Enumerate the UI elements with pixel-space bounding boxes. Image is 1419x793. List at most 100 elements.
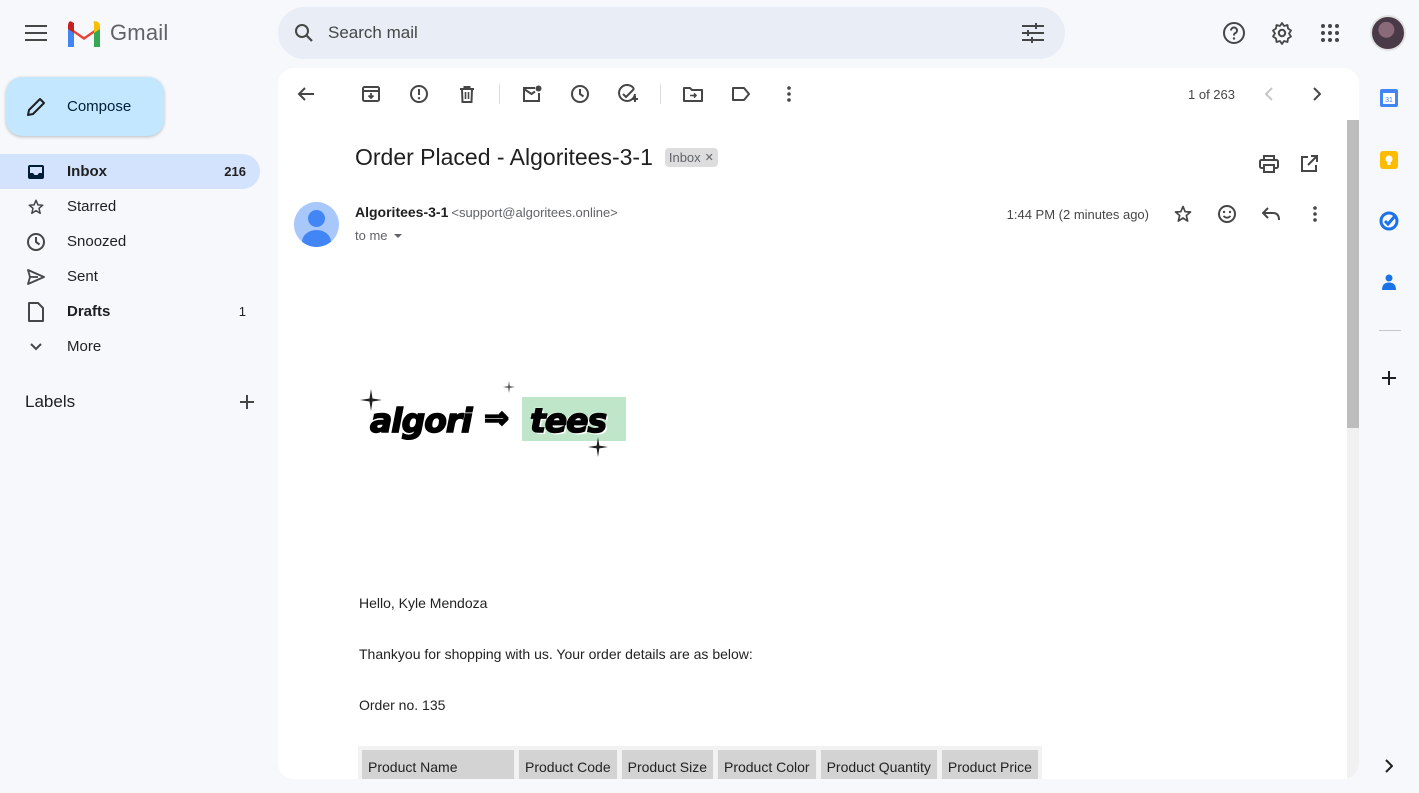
settings-button[interactable] (1262, 13, 1302, 53)
sidebar-item-label: Starred (67, 198, 117, 215)
sidebar-item-sent[interactable]: Sent (0, 259, 260, 294)
greeting-text: Hello, Kyle Mendoza (359, 595, 488, 611)
logo-arrow: ⇒ (483, 400, 510, 437)
archive-icon (362, 86, 380, 102)
chevron-left-icon (1265, 87, 1273, 101)
sidebar-item-more[interactable]: More (0, 329, 260, 364)
reply-button[interactable] (1251, 194, 1291, 234)
report-icon (410, 85, 428, 103)
archive-button[interactable] (351, 74, 391, 114)
labels-button[interactable] (721, 74, 761, 114)
plus-icon[interactable] (239, 394, 255, 410)
back-button[interactable] (286, 74, 326, 114)
algoritees-logo: algori ⇒ tees (358, 373, 633, 468)
sidebar-item-label: Drafts (67, 303, 111, 320)
labels-heading: Labels (25, 392, 76, 411)
message-more-button[interactable] (1295, 194, 1335, 234)
inbox-label-chip[interactable]: Inbox ✕ (664, 148, 718, 167)
top-bar: Gmail (0, 0, 1419, 66)
mark-unread-button[interactable] (512, 74, 552, 114)
svg-text:31: 31 (1385, 97, 1393, 104)
delete-button[interactable] (447, 74, 487, 114)
sender-info: Algoritees-3-1 <support@algoritees.online… (355, 204, 618, 220)
tasks-button[interactable] (1369, 201, 1409, 241)
account-avatar[interactable] (1370, 15, 1406, 51)
sidebar-item-snoozed[interactable]: Snoozed (0, 224, 260, 259)
gear-icon (1272, 22, 1292, 45)
newer-button[interactable] (1249, 74, 1289, 114)
tune-icon (1022, 23, 1044, 43)
open-in-new-icon (1301, 155, 1318, 172)
top-right-actions (1206, 13, 1419, 53)
open-new-window-button[interactable] (1289, 144, 1329, 184)
snooze-button[interactable] (560, 74, 600, 114)
search-options-button[interactable] (1009, 9, 1057, 57)
sidebar-item-drafts[interactable]: Drafts 1 (0, 294, 260, 329)
keep-icon (1380, 151, 1398, 169)
calendar-button[interactable]: 31 (1369, 78, 1409, 118)
clock-icon (571, 85, 589, 103)
gmail-m-icon (68, 20, 100, 47)
pagination: 1 of 263 (1188, 74, 1337, 114)
support-button[interactable] (1214, 13, 1254, 53)
move-to-button[interactable] (673, 74, 713, 114)
pager-text: 1 of 263 (1188, 86, 1235, 102)
email-subject: Order Placed - Algoritees-3-1 (355, 144, 653, 170)
arrow-back-icon (297, 87, 314, 101)
help-icon (1223, 22, 1245, 44)
sparkle-icon (588, 437, 608, 457)
sidebar-item-inbox[interactable]: Inbox 216 (0, 154, 260, 189)
gmail-logo[interactable]: Gmail (66, 17, 168, 49)
google-apps-button[interactable] (1310, 13, 1350, 53)
search-input[interactable] (328, 23, 1009, 43)
sender-avatar[interactable] (294, 202, 339, 247)
order-number: Order no. 135 (359, 697, 446, 713)
message-actions: 1:44 PM (2 minutes ago) (1007, 194, 1335, 234)
gmail-wordmark: Gmail (110, 20, 169, 45)
move-folder-icon (683, 87, 703, 102)
pencil-icon (27, 97, 45, 116)
recipient-details[interactable]: to me (355, 228, 405, 243)
subject-actions (1249, 144, 1329, 184)
sender-name[interactable]: Algoritees-3-1 (355, 204, 448, 220)
main-menu-button[interactable] (16, 13, 56, 53)
get-addons-button[interactable] (1369, 358, 1409, 398)
report-spam-button[interactable] (399, 74, 439, 114)
search-button[interactable] (280, 9, 328, 57)
calendar-icon: 31 (1380, 89, 1398, 107)
print-button[interactable] (1249, 144, 1289, 184)
toolbar-divider (660, 84, 661, 104)
table-header-cell: Product Name (362, 750, 514, 779)
side-panel-divider (1379, 330, 1401, 331)
more-vert-icon (787, 86, 791, 102)
more-actions-button[interactable] (769, 74, 809, 114)
scrollbar-thumb[interactable] (1347, 120, 1359, 428)
message-view: 1 of 263 Order Placed - Algoritees-3-1 I… (278, 68, 1359, 779)
order-table: Product Name Product Code Product Size P… (358, 746, 1042, 779)
keep-button[interactable] (1369, 140, 1409, 180)
trash-icon (460, 86, 474, 103)
table-header-cell: Product Code (519, 750, 617, 779)
logo-text-right: tees (529, 400, 608, 441)
compose-label: Compose (67, 98, 132, 115)
show-side-panel-button[interactable] (1369, 746, 1409, 786)
apps-grid-icon (1321, 24, 1339, 42)
emoji-icon (1218, 205, 1236, 223)
older-button[interactable] (1297, 74, 1337, 114)
star-icon (1174, 205, 1192, 222)
sidebar-item-label: Snoozed (67, 233, 127, 250)
table-header-cell: Product Price (941, 750, 1038, 779)
compose-button[interactable]: Compose (6, 77, 164, 136)
avatar-body (302, 230, 331, 247)
logo-text-left: algori (369, 400, 473, 441)
sidebar-item-label: More (67, 338, 102, 355)
sidebar-item-starred[interactable]: Starred (0, 189, 260, 224)
add-reaction-button[interactable] (1207, 194, 1247, 234)
caret-down-icon[interactable] (391, 229, 405, 243)
contacts-button[interactable] (1369, 262, 1409, 302)
sparkle-icon (360, 389, 382, 411)
star-button[interactable] (1163, 194, 1203, 234)
remove-label-icon[interactable]: ✕ (705, 151, 714, 164)
tasks-icon (1379, 211, 1399, 231)
add-to-tasks-button[interactable] (608, 74, 648, 114)
